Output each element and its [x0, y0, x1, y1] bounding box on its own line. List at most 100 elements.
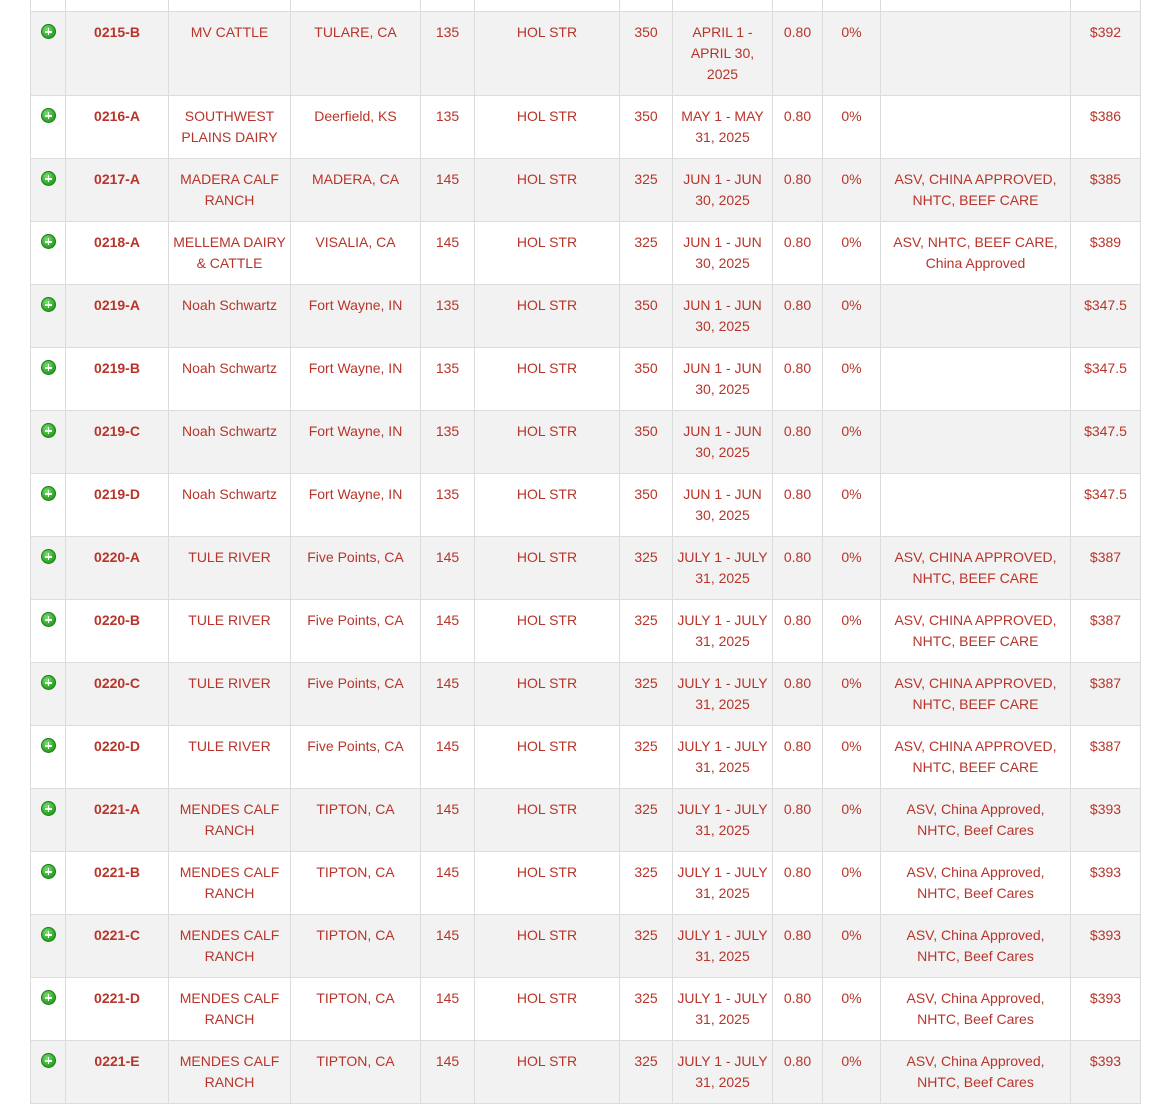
lot-number[interactable]: 0221-C [65, 914, 169, 978]
expand-cell [30, 11, 66, 96]
seller-cell: MENDES CALF RANCH [168, 977, 291, 1041]
expand-cell [30, 725, 66, 789]
location-cell: Deerfield, KS [290, 95, 421, 159]
plus-circle-icon[interactable] [40, 234, 56, 249]
shrink-cell: 0% [822, 473, 881, 537]
lot-number[interactable] [65, 0, 169, 12]
plus-circle-icon[interactable] [40, 738, 56, 753]
lots-table: 2025 0215-BMV CATTLETULARE, CA135HOL STR… [30, 0, 1141, 1104]
breed-cell: HOL STR [474, 95, 620, 159]
lot-number[interactable]: 0219-C [65, 410, 169, 474]
slide-cell: 0.80 [772, 1040, 823, 1104]
lot-number[interactable]: 0220-B [65, 599, 169, 663]
quantity-cell: 325 [619, 851, 673, 915]
delivery-cell: JUN 1 - JUN 30, 2025 [672, 347, 773, 411]
lot-number[interactable]: 0215-B [65, 11, 169, 96]
weight-cell: 135 [420, 347, 475, 411]
breed-cell: HOL STR [474, 851, 620, 915]
plus-circle-icon[interactable] [40, 1053, 56, 1068]
plus-circle-icon[interactable] [40, 927, 56, 942]
weight-cell: 145 [420, 914, 475, 978]
quantity-cell: 350 [619, 473, 673, 537]
certifications-cell: ASV, CHINA APPROVED, NHTC, BEEF CARE [880, 725, 1071, 789]
delivery-cell: JULY 1 - JULY 31, 2025 [672, 536, 773, 600]
price-cell: $347.5 [1070, 284, 1141, 348]
slide-cell: 0.80 [772, 221, 823, 285]
delivery-cell: JULY 1 - JULY 31, 2025 [672, 914, 773, 978]
table-row: 0219-D Noah Schwartz Fort Wayne, IN 135 HOL … [30, 473, 1141, 537]
delivery-cell: JULY 1 - JULY 31, 2025 [672, 977, 773, 1041]
location-cell: Five Points, CA [290, 599, 421, 663]
plus-circle-icon[interactable] [40, 486, 56, 501]
table-row: 0221-B MENDES CALF RANCH TIPTON, CA 145 HOL … [30, 851, 1141, 915]
weight-cell: 145 [420, 221, 475, 285]
slide-cell: 0.80 [772, 158, 823, 222]
shrink-cell: 0% [822, 11, 881, 96]
plus-circle-icon[interactable] [40, 24, 56, 39]
lot-number[interactable]: 0221-D [65, 977, 169, 1041]
plus-circle-icon[interactable] [40, 108, 56, 123]
certifications-cell: ASV, NHTC, BEEF CARE, China Approved [880, 221, 1071, 285]
table-row: 0221-A MENDES CALF RANCH TIPTON, CA 145 HOL … [30, 788, 1141, 852]
breed-cell: HOL STR [474, 221, 620, 285]
plus-circle-icon[interactable] [40, 801, 56, 816]
certifications-cell [880, 11, 1071, 96]
lot-number[interactable]: 0220-C [65, 662, 169, 726]
breed-cell: HOL STR [474, 725, 620, 789]
price-cell: $392 [1070, 11, 1141, 96]
certifications-cell [880, 95, 1071, 159]
certifications-cell: ASV, China Approved, NHTC, Beef Cares [880, 914, 1071, 978]
plus-circle-icon[interactable] [40, 612, 56, 627]
weight-cell: 145 [420, 536, 475, 600]
plus-circle-icon[interactable] [40, 675, 56, 690]
expand-cell [30, 158, 66, 222]
shrink-cell [822, 0, 881, 12]
seller-cell: TULE RIVER [168, 662, 291, 726]
plus-circle-icon[interactable] [40, 297, 56, 312]
plus-circle-icon[interactable] [40, 360, 56, 375]
plus-circle-icon[interactable] [40, 864, 56, 879]
breed-cell: HOL STR [474, 536, 620, 600]
seller-cell: Noah Schwartz [168, 473, 291, 537]
expand-cell [30, 347, 66, 411]
table-row: 0220-D TULE RIVER Five Points, CA 145 HOL ST… [30, 725, 1141, 789]
lot-number[interactable]: 0221-B [65, 851, 169, 915]
quantity-cell: 325 [619, 1040, 673, 1104]
lot-number[interactable]: 0220-A [65, 536, 169, 600]
certifications-cell: ASV, CHINA APPROVED, NHTC, BEEF CARE [880, 599, 1071, 663]
lot-number[interactable]: 0219-A [65, 284, 169, 348]
lot-number[interactable]: 0219-D [65, 473, 169, 537]
lot-number[interactable]: 0221-E [65, 1040, 169, 1104]
shrink-cell: 0% [822, 662, 881, 726]
plus-circle-icon[interactable] [40, 423, 56, 438]
shrink-cell: 0% [822, 95, 881, 159]
lot-number[interactable]: 0220-D [65, 725, 169, 789]
location-cell: MADERA, CA [290, 158, 421, 222]
lot-number[interactable]: 0221-A [65, 788, 169, 852]
expand-cell [30, 0, 66, 12]
lot-number[interactable]: 0216-A [65, 95, 169, 159]
lot-number[interactable]: 0218-A [65, 221, 169, 285]
quantity-cell: 325 [619, 662, 673, 726]
weight-cell: 145 [420, 977, 475, 1041]
expand-cell [30, 599, 66, 663]
plus-circle-icon[interactable] [40, 990, 56, 1005]
plus-circle-icon[interactable] [40, 171, 56, 186]
seller-cell: TULE RIVER [168, 725, 291, 789]
certifications-cell [880, 347, 1071, 411]
certifications-cell [880, 284, 1071, 348]
plus-circle-icon[interactable] [40, 549, 56, 564]
location-cell: Fort Wayne, IN [290, 347, 421, 411]
expand-cell [30, 536, 66, 600]
location-cell: VISALIA, CA [290, 221, 421, 285]
seller-cell: MENDES CALF RANCH [168, 914, 291, 978]
certifications-cell: ASV, CHINA APPROVED, NHTC, BEEF CARE [880, 536, 1071, 600]
lot-number[interactable]: 0217-A [65, 158, 169, 222]
location-cell: Fort Wayne, IN [290, 473, 421, 537]
shrink-cell: 0% [822, 221, 881, 285]
shrink-cell: 0% [822, 284, 881, 348]
weight-cell: 145 [420, 1040, 475, 1104]
lot-number[interactable]: 0219-B [65, 347, 169, 411]
expand-cell [30, 1040, 66, 1104]
expand-cell [30, 788, 66, 852]
